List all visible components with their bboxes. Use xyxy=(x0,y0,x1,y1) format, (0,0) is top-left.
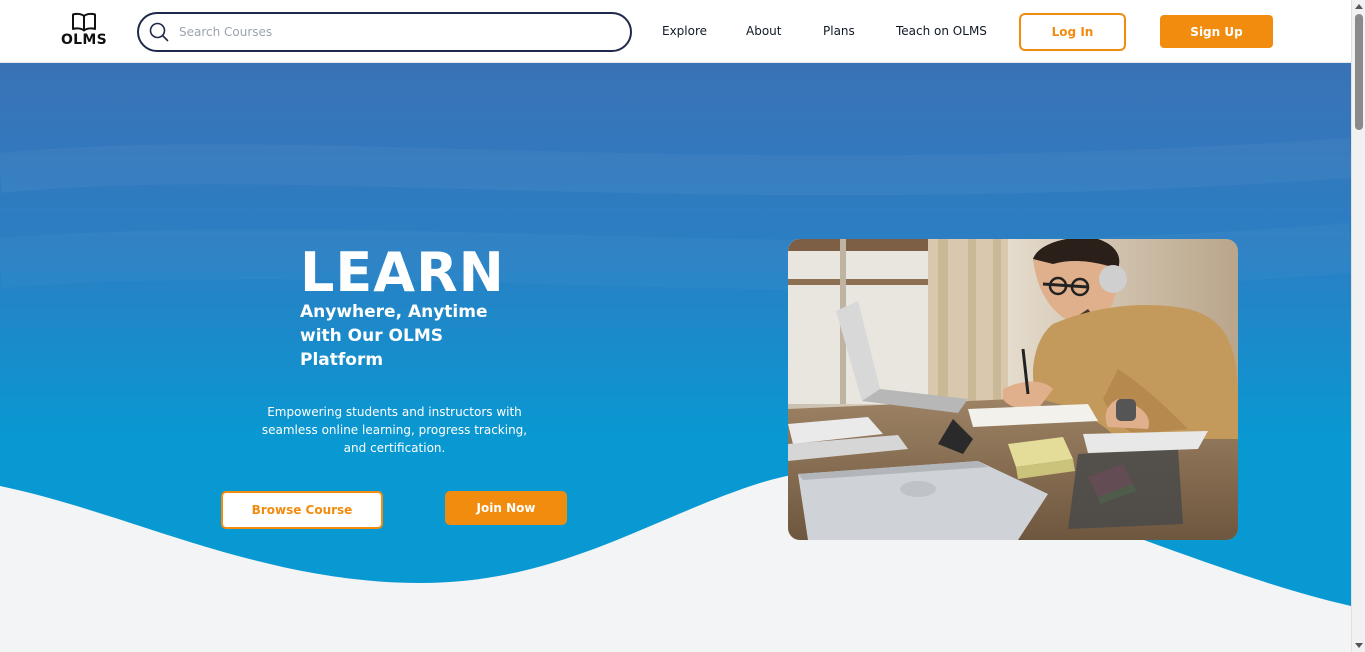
signup-button[interactable]: Sign Up xyxy=(1160,15,1273,48)
page-scrollbar[interactable] xyxy=(1351,0,1365,652)
open-book-icon xyxy=(72,12,96,32)
logo-text: OLMS xyxy=(60,32,108,48)
nav-about[interactable]: About xyxy=(746,24,781,38)
search-input[interactable] xyxy=(179,21,609,43)
hero-title: LEARN xyxy=(300,241,505,304)
scroll-up-icon[interactable] xyxy=(1355,4,1363,9)
nav-plans[interactable]: Plans xyxy=(823,24,855,38)
browse-course-button[interactable]: Browse Course xyxy=(221,491,383,529)
search-icon xyxy=(149,22,169,42)
scroll-down-icon[interactable] xyxy=(1355,643,1363,648)
nav-explore[interactable]: Explore xyxy=(662,24,707,38)
search-bar[interactable] xyxy=(137,12,632,52)
hero-subtitle: Anywhere, Anytime with Our OLMS Platform xyxy=(300,302,488,370)
top-navbar: OLMS Explore About Plans Teach on OLMS L… xyxy=(0,0,1351,63)
scrollbar-thumb[interactable] xyxy=(1355,14,1363,130)
hero-student-image xyxy=(788,239,1238,540)
nav-teach[interactable]: Teach on OLMS xyxy=(896,24,987,38)
join-now-button[interactable]: Join Now xyxy=(445,491,567,525)
site-logo[interactable]: OLMS xyxy=(58,12,110,54)
hero-description: Empowering students and instructors with… xyxy=(261,405,528,455)
login-button[interactable]: Log In xyxy=(1019,13,1126,51)
